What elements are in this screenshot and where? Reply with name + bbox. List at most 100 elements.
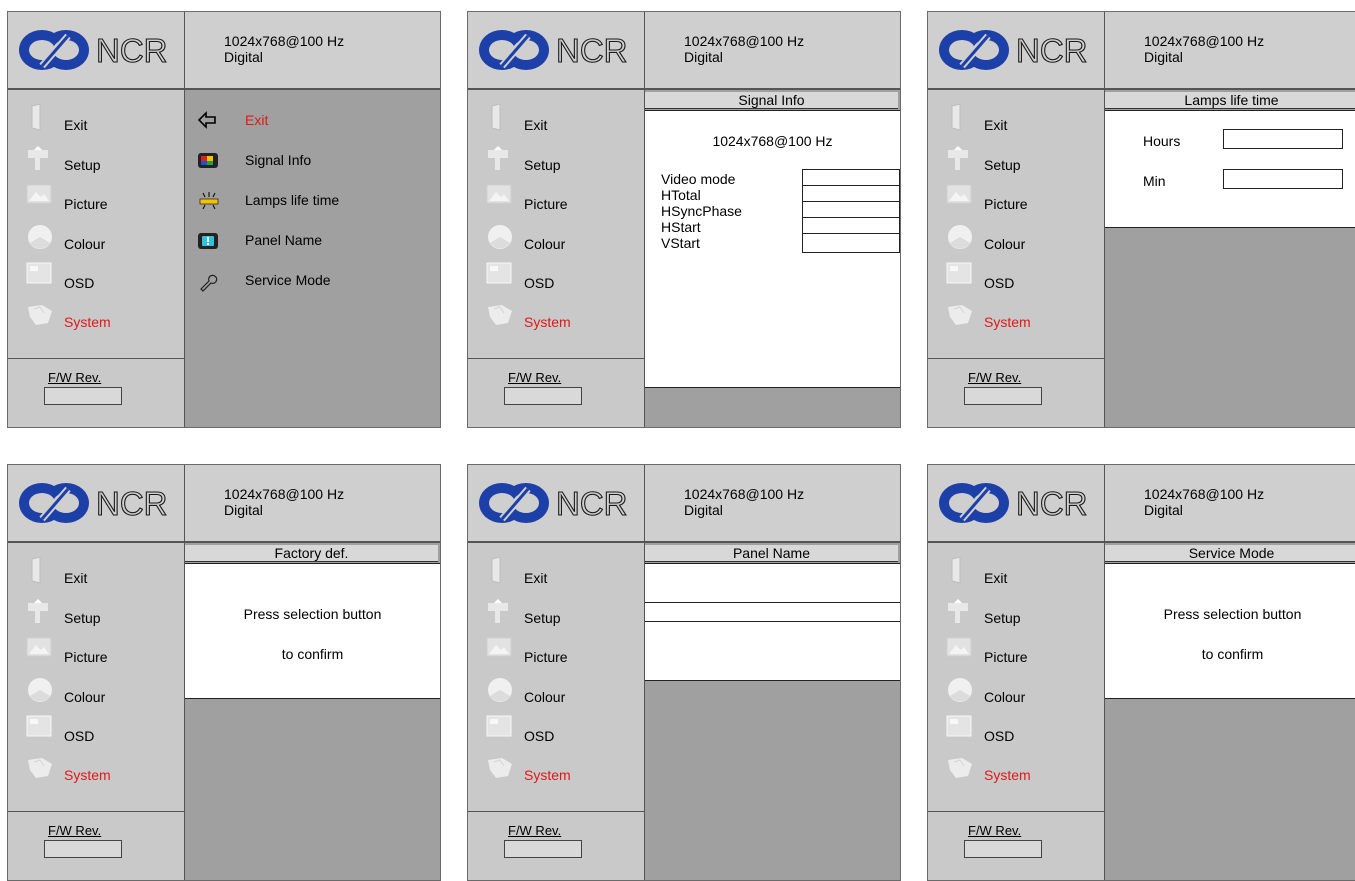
sidebar-item-exit[interactable]: Exit [468, 556, 644, 591]
sidebar-item-label: System [524, 314, 571, 330]
sidebar-item-exit[interactable]: Exit [8, 556, 184, 591]
panel-name-icon [197, 231, 219, 251]
submenu-content: Lamps life time Hours Min [1105, 90, 1355, 427]
confirm-line-1: Press selection button [1163, 606, 1302, 622]
sidebar-item-osd[interactable]: OSD [8, 262, 184, 296]
sidebar-item-exit[interactable]: Exit [8, 103, 184, 138]
sidebar-item-label: Setup [984, 610, 1021, 626]
system-hand-icon [486, 301, 512, 325]
sidebar-item-setup[interactable]: Setup [8, 597, 184, 631]
ncr-logo: NCR [928, 465, 1105, 541]
input-type-text: Digital [224, 502, 263, 518]
divider [645, 621, 900, 622]
submenu-title: Factory def. [185, 545, 438, 562]
osd-header: NCR 1024x768@100 Hz Digital [8, 465, 440, 543]
sidebar-item-osd[interactable]: OSD [928, 715, 1104, 749]
sidebar-item-setup[interactable]: Setup [928, 597, 1104, 631]
sidebar-item-osd[interactable]: OSD [928, 262, 1104, 296]
submenu-content: Panel Name [645, 543, 900, 880]
sidebar-item-colour[interactable]: Colour [928, 223, 1104, 257]
osd-header: NCR 1024x768@100 Hz Digital [928, 12, 1355, 90]
signal-status: 1024x768@100 Hz Digital [684, 33, 804, 65]
input-type-text: Digital [224, 49, 263, 65]
sidebar-item-system[interactable]: System [928, 301, 1104, 335]
sidebar-item-colour[interactable]: Colour [8, 676, 184, 710]
main-menu-sidebar: Exit Setup Picture Colour OSD System F/W Rev. [468, 90, 645, 427]
sidebar-item-label: System [984, 767, 1031, 783]
resolution-text: 1024x768@100 Hz [224, 33, 345, 49]
sidebar-item-exit[interactable]: Exit [928, 556, 1104, 591]
submenu-title: Panel Name [645, 545, 898, 562]
sidebar-item-colour[interactable]: Colour [928, 676, 1104, 710]
field-label: HSyncPhase [661, 203, 742, 219]
sidebar-item-osd[interactable]: OSD [468, 262, 644, 296]
divider [928, 811, 1104, 812]
confirm-line-2: to confirm [1201, 646, 1264, 662]
sidebar-item-label: Colour [64, 236, 106, 252]
sidebar-item-label: Exit [984, 117, 1008, 133]
system-hand-icon [486, 754, 512, 778]
sidebar-item-label: Colour [524, 689, 566, 705]
sidebar-item-picture[interactable]: Picture [928, 183, 1104, 217]
fw-rev-value-box [964, 840, 1042, 858]
resolution-text: 1024x768@100 Hz [684, 33, 805, 49]
ncr-logo-text: NCR [556, 485, 628, 522]
divider [468, 811, 644, 812]
picture-icon [946, 636, 972, 660]
sidebar-item-label: Picture [984, 649, 1028, 665]
sidebar-item-system[interactable]: System [928, 754, 1104, 788]
field-value-box [1223, 129, 1343, 149]
sidebar-item-picture[interactable]: Picture [928, 636, 1104, 670]
sidebar-item-exit[interactable]: Exit [928, 103, 1104, 138]
colour-disc-icon [26, 676, 52, 702]
sidebar-item-osd[interactable]: OSD [8, 715, 184, 749]
field-label: Min [1143, 173, 1166, 189]
fw-rev-label: F/W Rev. [508, 370, 562, 385]
system-hand-icon [946, 301, 972, 325]
field-label: Video mode [661, 171, 736, 187]
sidebar-item-setup[interactable]: Setup [468, 144, 644, 178]
sidebar-item-system[interactable]: System [468, 754, 644, 788]
ncr-logo-text: NCR [96, 32, 168, 69]
sidebar-item-setup[interactable]: Setup [468, 597, 644, 631]
system-hand-icon [946, 754, 972, 778]
confirm-line-2: to confirm [281, 646, 344, 662]
osd-window-icon [946, 262, 972, 286]
sidebar-item-label: System [984, 314, 1031, 330]
ncr-logo-text: NCR [1016, 32, 1088, 69]
sidebar-item-setup[interactable]: Setup [8, 144, 184, 178]
sidebar-item-system[interactable]: System [468, 301, 644, 335]
sidebar-item-system[interactable]: System [8, 301, 184, 335]
wrench-icon [197, 271, 219, 292]
sidebar-item-colour[interactable]: Colour [468, 223, 644, 257]
sidebar-item-osd[interactable]: OSD [468, 715, 644, 749]
sidebar-item-system[interactable]: System [8, 754, 184, 788]
ncr-logo-text: NCR [556, 32, 628, 69]
door-icon [26, 103, 50, 131]
sidebar-item-setup[interactable]: Setup [928, 144, 1104, 178]
ncr-logo: NCR [928, 12, 1105, 88]
system-hand-icon [26, 754, 52, 778]
fw-rev-value-box [504, 387, 582, 405]
system-hand-icon [26, 301, 52, 325]
sidebar-item-picture[interactable]: Picture [468, 636, 644, 670]
sidebar-item-colour[interactable]: Colour [8, 223, 184, 257]
picture-icon [486, 183, 512, 207]
submenu-content: Signal Info 1024x768@100 Hz Video mode HTot… [645, 90, 900, 427]
sidebar-item-picture[interactable]: Picture [8, 183, 184, 217]
sidebar-item-label: Colour [64, 689, 106, 705]
sidebar-item-label: OSD [984, 275, 1015, 291]
sidebar-item-picture[interactable]: Picture [8, 636, 184, 670]
sidebar-item-label: System [524, 767, 571, 783]
submenu-content: Service Mode Press selection button to con… [1105, 543, 1355, 880]
osd-panel: NCR 1024x768@100 Hz Digital Exit Setup Pictu… [7, 11, 441, 428]
sidebar-item-exit[interactable]: Exit [468, 103, 644, 138]
tools-icon [946, 597, 970, 623]
sidebar-item-colour[interactable]: Colour [468, 676, 644, 710]
osd-panel: NCR 1024x768@100 Hz Digital Exit Setup Pictu… [927, 464, 1355, 881]
sidebar-item-picture[interactable]: Picture [468, 183, 644, 217]
main-menu-sidebar: Exit Setup Picture Colour OSD System F/W Rev. [928, 543, 1105, 880]
sidebar-item-label: Colour [524, 236, 566, 252]
input-type-text: Digital [1144, 49, 1183, 65]
lamps-life-area: Hours Min [1105, 110, 1355, 228]
